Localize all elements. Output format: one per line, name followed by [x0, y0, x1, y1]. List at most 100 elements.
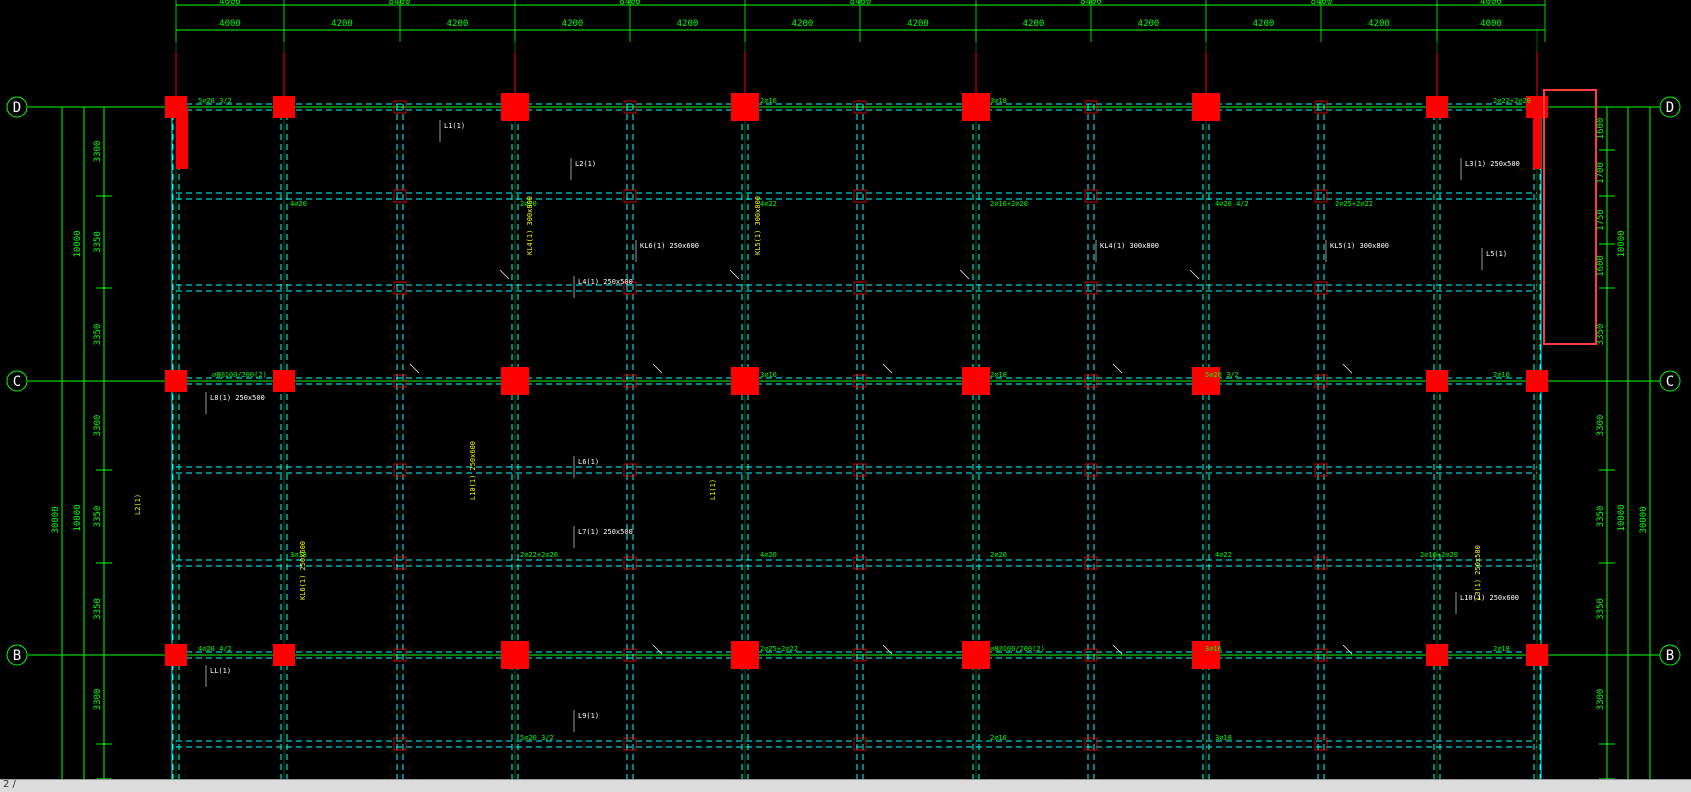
dim-right-inner-6: 3350: [1596, 506, 1606, 528]
dim-top-sub-7: 4200: [1023, 19, 1045, 29]
yellow-annotation-3: L10(1) 250x600: [469, 441, 477, 500]
dim-top-sub-10: 4200: [1368, 19, 1390, 29]
rebar-label-27: 2⌀16: [990, 734, 1007, 742]
axis-label-D-0: D: [13, 100, 21, 116]
axis-label-B-0: B: [13, 648, 21, 664]
beam-label-6: L7(1) 250x500: [578, 528, 633, 536]
rebar-label-21: 4⌀20 4/2: [198, 645, 232, 653]
rebar-label-10: ⌀8@100/200(2): [212, 371, 267, 379]
rebar-label-13: 5⌀20 3/2: [1205, 371, 1239, 379]
axis-label-C-0: C: [13, 374, 21, 390]
beam-label-0: L1(1): [444, 122, 465, 130]
dim-top-sub-1: 4200: [331, 19, 353, 29]
dim-top-sub-4: 4200: [677, 19, 699, 29]
column-D-3: [501, 93, 529, 121]
rebar-label-18: 2⌀20: [990, 551, 1007, 559]
yellow-annotation-5: L2(1): [134, 494, 142, 515]
rebar-label-17: 4⌀20: [760, 551, 777, 559]
column-B-3: [501, 641, 529, 669]
column-B-2: [273, 644, 295, 666]
dim-left-outer-0: 30000: [51, 506, 61, 533]
rebar-label-26: 5⌀20 3/2: [520, 734, 554, 742]
rebar-label-0: 5⌀20 3/2: [198, 97, 232, 105]
column-D-5: [962, 93, 990, 121]
rebar-label-25: 2⌀18: [1493, 645, 1510, 653]
beam-label-12: KL6(1) 250x600: [640, 242, 699, 250]
rebar-label-3: 2⌀22+2⌀20: [1493, 97, 1531, 105]
dim-left-inner-4: 3350: [93, 506, 103, 528]
column-D-7: [1426, 96, 1448, 118]
column-extension-D8: [1533, 107, 1541, 169]
column-C-8: [1526, 370, 1548, 392]
dim-right-inner-5: 3300: [1596, 415, 1606, 437]
column-C-7: [1426, 370, 1448, 392]
rebar-label-1: 2⌀16: [760, 97, 777, 105]
dim-right-inner-1: 1700: [1596, 162, 1606, 184]
beam-label-11: KL5(1) 300x800: [1330, 242, 1389, 250]
beam-label-4: L5(1): [1486, 250, 1507, 258]
beam-label-5: L6(1): [578, 458, 599, 466]
dim-top-sub-11: 4000: [1480, 19, 1502, 29]
rebar-label-9: 2⌀25+2⌀22: [1335, 200, 1373, 208]
beam-label-3: L4(1) 250x500: [578, 278, 633, 286]
column-C-4: [731, 367, 759, 395]
dim-right-inner-3: 1600: [1596, 255, 1606, 277]
column-B-7: [1426, 644, 1448, 666]
status-bar: 2 /: [0, 779, 1691, 792]
dim-left-mid-1: 10000: [73, 504, 83, 531]
dim-left-mid-0: 10000: [73, 230, 83, 257]
column-C-1: [165, 370, 187, 392]
column-B-5: [962, 641, 990, 669]
rebar-label-20: 2⌀16+2⌀20: [1420, 551, 1458, 559]
dim-top-sub-2: 4200: [447, 19, 469, 29]
status-text: 2 /: [3, 779, 16, 790]
beam-label-10: KL4(1) 300x800: [1100, 242, 1159, 250]
yellow-annotation-2: KL6(1) 250x600: [299, 541, 307, 600]
rebar-label-19: 4⌀22: [1215, 551, 1232, 559]
column-B-1: [165, 644, 187, 666]
dim-right-inner-7: 3350: [1596, 598, 1606, 620]
rebar-label-24: 3⌀16: [1205, 645, 1222, 653]
yellow-annotation-0: KL4(1) 300x800: [526, 196, 534, 255]
column-C-5: [962, 367, 990, 395]
yellow-annotation-1: KL5(1) 300x800: [754, 196, 762, 255]
axis-label-C-1: C: [1666, 374, 1674, 390]
dim-top-sub-0: 4000: [219, 19, 241, 29]
dim-right-inner-0: 1600: [1596, 118, 1606, 140]
column-extension-D1: [176, 107, 188, 169]
column-B-4: [731, 641, 759, 669]
cad-drawing-canvas[interactable]: 4000 8400 8400 8400 8400 8400 40004000 4200 4200…: [0, 0, 1691, 779]
dim-top-total-0: 4000: [219, 0, 241, 7]
rebar-label-16: 2⌀22+2⌀20: [520, 551, 558, 559]
dim-top-sub-6: 4200: [907, 19, 929, 29]
dim-top-total-1: 8400: [389, 0, 411, 7]
beam-label-13: L10(1) 250x600: [1460, 594, 1519, 602]
dim-right-outer-0: 30000: [1639, 506, 1649, 533]
dim-left-inner-1: 3350: [93, 231, 103, 253]
dim-left-inner-3: 3300: [93, 415, 103, 437]
dim-left-inner-2: 3350: [93, 324, 103, 346]
rebar-label-11: 3⌀16: [760, 371, 777, 379]
column-D-4: [731, 93, 759, 121]
column-D-2: [273, 96, 295, 118]
dim-top-total-6: 4000: [1480, 0, 1502, 7]
dim-right-mid-1: 10000: [1617, 504, 1627, 531]
rebar-label-22: 2⌀25+2⌀22: [760, 645, 798, 653]
beam-label-2: L3(1) 250x500: [1465, 160, 1520, 168]
dim-top-sub-8: 4200: [1138, 19, 1160, 29]
column-C-3: [501, 367, 529, 395]
rebar-label-14: 2⌀16: [1493, 371, 1510, 379]
dim-top-total-3: 8400: [850, 0, 872, 7]
rebar-label-6: 4⌀22: [760, 200, 777, 208]
dim-right-mid-0: 10000: [1617, 230, 1627, 257]
column-C-2: [273, 370, 295, 392]
rebar-label-23: ⌀8@100/200(2): [990, 645, 1045, 653]
yellow-annotation-6: L3(1) 250x500: [1474, 545, 1482, 600]
dim-right-inner-4: 3350: [1596, 324, 1606, 346]
beam-label-8: LL(1): [210, 667, 231, 675]
rebar-label-2: 3⌀18: [990, 97, 1007, 105]
rebar-label-28: 3⌀18: [1215, 734, 1232, 742]
dim-right-inner-2: 1750: [1596, 209, 1606, 231]
rebar-label-4: 4⌀20: [290, 200, 307, 208]
rebar-label-7: 2⌀16+2⌀20: [990, 200, 1028, 208]
